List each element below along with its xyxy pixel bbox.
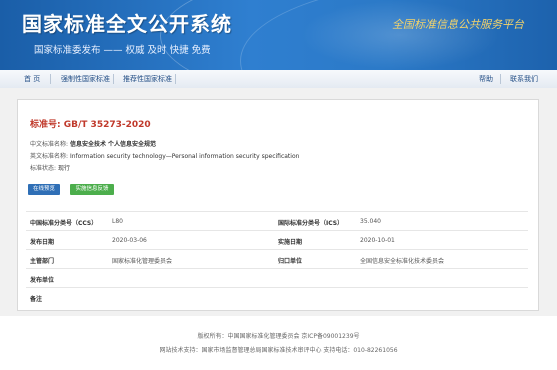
publish-date: 2020-03-06: [112, 237, 147, 244]
divider: [26, 268, 528, 269]
remark-label: 备注: [30, 296, 43, 303]
owner-value: 全国信息安全标准化技术委员会: [360, 258, 445, 265]
chinese-name-row: 中文标准名称: 信息安全技术 个人信息安全规范: [30, 139, 156, 148]
chinese-name-label: 中文标准名称:: [30, 141, 69, 148]
ccs-value: L80: [112, 218, 123, 225]
slogan: 全国标准信息公共服务平台: [392, 18, 524, 31]
english-name: Information security technology—Personal…: [69, 153, 300, 160]
site-title: 国家标准全文公开系统: [22, 12, 232, 36]
ccs-label: 中国标准分类号（CCS）: [30, 220, 98, 227]
divider: [26, 230, 528, 231]
status-value: 现行: [57, 165, 70, 172]
divider: [26, 287, 528, 288]
status-row: 标准状态: 现行: [30, 163, 70, 172]
site-banner: 国家标准全文公开系统 国家标准委发布 —— 权威 及时 快捷 免费 全国标准信息…: [0, 0, 557, 70]
authority-value: 国家标准化管理委员会: [112, 258, 173, 265]
owner-label: 归口单位: [278, 258, 303, 265]
standard-number: 标准号: GB/T 35273-2020: [30, 120, 151, 130]
nav-contact[interactable]: 联系我们: [510, 74, 538, 84]
nav-help[interactable]: 帮助: [479, 74, 493, 84]
site-subtitle: 国家标准委发布 —— 权威 及时 快捷 免费: [34, 45, 211, 56]
online-preview-button[interactable]: 在线预览: [28, 184, 60, 195]
main-nav: 首 页 强制性国家标准 推荐性国家标准 帮助 联系我们: [0, 70, 557, 89]
publish-date-label: 发布日期: [30, 239, 55, 246]
issuer-label: 发布单位: [30, 277, 55, 284]
implementation-date-label: 实施日期: [278, 239, 303, 246]
feedback-button[interactable]: 实施信息反馈: [70, 184, 114, 195]
status-label: 标准状态:: [30, 165, 57, 172]
ics-value: 35.040: [360, 218, 381, 225]
banner-glow: [300, 0, 500, 70]
footer-copyright: 版权所有：中国国家标准化管理委员会 京ICP备09001239号: [197, 333, 360, 340]
chinese-name: 信息安全技术 个人信息安全规范: [69, 141, 157, 148]
standard-detail-card: [17, 99, 539, 311]
footer-support: 网站技术支持：国家市场监督管理总局国家标准技术审评中心 支持电话：010-822…: [159, 347, 398, 354]
english-name-label: 英文标准名称:: [30, 153, 69, 160]
english-name-row: 英文标准名称: Information security technology—…: [30, 151, 299, 160]
authority-label: 主管部门: [30, 258, 55, 265]
nav-mandatory-standards[interactable]: 强制性国家标准: [61, 74, 110, 84]
divider: [26, 211, 528, 212]
implementation-date: 2020-10-01: [360, 237, 395, 244]
nav-recommended-standards[interactable]: 推荐性国家标准: [123, 74, 172, 84]
nav-home[interactable]: 首 页: [24, 74, 40, 84]
ics-label: 国际标准分类号（ICS）: [278, 220, 344, 227]
divider: [26, 249, 528, 250]
